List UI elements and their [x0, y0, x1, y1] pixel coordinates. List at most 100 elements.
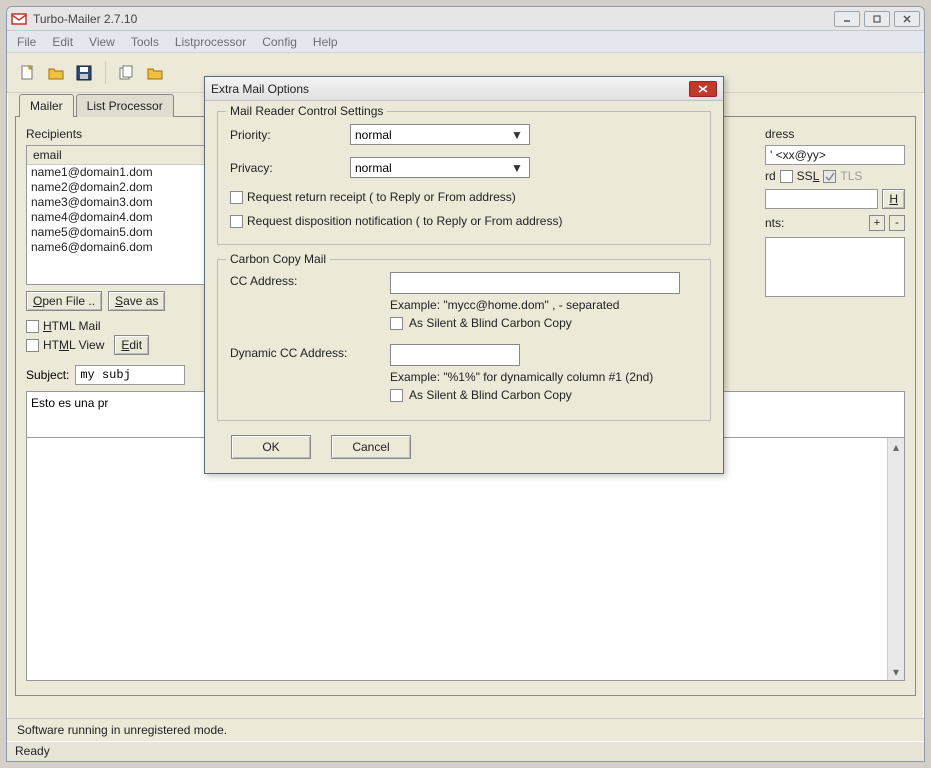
- list-item[interactable]: name2@domain2.dom: [27, 180, 205, 195]
- list-item[interactable]: name4@domain4.dom: [27, 210, 205, 225]
- group-legend: Carbon Copy Mail: [226, 252, 330, 266]
- menu-tools[interactable]: Tools: [131, 35, 159, 49]
- group-mail-reader-control: Mail Reader Control Settings Priority: n…: [217, 111, 711, 245]
- rd-label: rd: [765, 169, 776, 183]
- extra-mail-options-dialog: Extra Mail Options Mail Reader Control S…: [204, 76, 724, 474]
- recipients-column-header[interactable]: email: [27, 146, 205, 165]
- dialog-buttons: OK Cancel: [217, 435, 711, 459]
- menu-help[interactable]: Help: [313, 35, 338, 49]
- subject-label: Subject:: [26, 368, 69, 382]
- body-text: Esto es una pr: [31, 396, 108, 410]
- html-mail-label: HTML Mail: [43, 319, 101, 333]
- ok-button[interactable]: OK: [231, 435, 311, 459]
- priority-label: Priority:: [230, 128, 350, 142]
- cc-address-label: CC Address:: [230, 272, 390, 288]
- menu-listprocessor[interactable]: Listprocessor: [175, 35, 246, 49]
- right-panel: dress ' <xx@yy> rd SSL TLS H nts: +: [765, 127, 905, 297]
- list-item[interactable]: name3@domain3.dom: [27, 195, 205, 210]
- tab-mailer[interactable]: Mailer: [19, 94, 74, 117]
- minimize-button[interactable]: [834, 11, 860, 27]
- open-folder-icon[interactable]: [45, 62, 67, 84]
- subject-input[interactable]: [75, 365, 185, 385]
- html-view-label: HTML View: [43, 338, 104, 352]
- unregistered-notice: Software running in unregistered mode.: [7, 718, 924, 741]
- open-folder-icon-2[interactable]: [144, 62, 166, 84]
- h-button[interactable]: H: [882, 189, 905, 209]
- dynamic-blind-checkbox[interactable]: As Silent & Blind Carbon Copy: [390, 388, 698, 402]
- cc-address-input[interactable]: [390, 272, 680, 294]
- dropdown-caret-icon: ▼: [509, 128, 525, 142]
- tls-checkbox[interactable]: [823, 170, 836, 183]
- vertical-scrollbar[interactable]: ▴ ▾: [887, 438, 904, 680]
- list-item[interactable]: name5@domain5.dom: [27, 225, 205, 240]
- address-label: dress: [765, 127, 905, 141]
- open-file-button[interactable]: Open File ..: [26, 291, 102, 311]
- address-hint[interactable]: ' <xx@yy>: [765, 145, 905, 165]
- dialog-title: Extra Mail Options: [211, 82, 689, 96]
- recipients-label-text: Recipients: [26, 127, 82, 141]
- toolbar-separator: [105, 62, 106, 84]
- list-item[interactable]: name1@domain1.dom: [27, 165, 205, 180]
- cancel-button[interactable]: Cancel: [331, 435, 411, 459]
- checkbox-icon[interactable]: [390, 317, 403, 330]
- dialog-titlebar[interactable]: Extra Mail Options: [205, 77, 723, 101]
- disposition-checkbox[interactable]: Request disposition notification ( to Re…: [230, 214, 698, 228]
- tls-label: TLS: [840, 169, 862, 183]
- cc-example-text: Example: "mycc@home.dom" , - separated: [390, 298, 698, 312]
- privacy-select[interactable]: normal ▼: [350, 157, 530, 178]
- menu-view[interactable]: View: [89, 35, 115, 49]
- edit-button[interactable]: Edit: [114, 335, 149, 355]
- scroll-up-icon[interactable]: ▴: [888, 438, 904, 455]
- ssl-checkbox[interactable]: [780, 170, 793, 183]
- attachments-list[interactable]: [765, 237, 905, 297]
- cc-blind-label: As Silent & Blind Carbon Copy: [409, 316, 572, 330]
- menu-file[interactable]: File: [17, 35, 36, 49]
- list-item[interactable]: name6@domain6.dom: [27, 240, 205, 255]
- save-icon[interactable]: [73, 62, 95, 84]
- priority-row: Priority: normal ▼: [230, 124, 698, 145]
- dynamic-cc-example: Example: "%1%" for dynamically column #1…: [390, 370, 698, 384]
- checkbox-icon[interactable]: [26, 339, 39, 352]
- tab-list-processor[interactable]: List Processor: [76, 94, 174, 117]
- window-controls: [834, 11, 920, 27]
- privacy-label: Privacy:: [230, 161, 350, 175]
- cc-blind-checkbox[interactable]: As Silent & Blind Carbon Copy: [390, 316, 698, 330]
- priority-select[interactable]: normal ▼: [350, 124, 530, 145]
- dynamic-cc-input[interactable]: [390, 344, 520, 366]
- dynamic-blind-label: As Silent & Blind Carbon Copy: [409, 388, 572, 402]
- dialog-body: Mail Reader Control Settings Priority: n…: [205, 101, 723, 473]
- return-receipt-label: Request return receipt ( to Reply or Fro…: [247, 190, 516, 204]
- return-receipt-checkbox[interactable]: Request return receipt ( to Reply or Fro…: [230, 190, 698, 204]
- close-button[interactable]: [894, 11, 920, 27]
- menu-edit[interactable]: Edit: [52, 35, 73, 49]
- dropdown-caret-icon: ▼: [509, 161, 525, 175]
- cc-address-row: CC Address:: [230, 272, 698, 294]
- save-as-button[interactable]: Save as: [108, 291, 165, 311]
- status-bar: Ready: [7, 741, 924, 761]
- window-title: Turbo-Mailer 2.7.10: [33, 12, 834, 26]
- disposition-label: Request disposition notification ( to Re…: [247, 214, 562, 228]
- menu-config[interactable]: Config: [262, 35, 297, 49]
- group-legend: Mail Reader Control Settings: [226, 104, 387, 118]
- app-icon: [11, 11, 27, 27]
- dynamic-cc-label: Dynamic CC Address:: [230, 344, 390, 360]
- minus-button[interactable]: -: [889, 215, 905, 231]
- plus-button[interactable]: +: [869, 215, 885, 231]
- privacy-row: Privacy: normal ▼: [230, 157, 698, 178]
- priority-value: normal: [355, 128, 392, 142]
- maximize-button[interactable]: [864, 11, 890, 27]
- ssl-label: SSL: [797, 169, 820, 183]
- checkbox-icon[interactable]: [390, 389, 403, 402]
- menubar: File Edit View Tools Listprocessor Confi…: [7, 31, 924, 53]
- checkbox-icon[interactable]: [230, 215, 243, 228]
- checkbox-icon[interactable]: [26, 320, 39, 333]
- nts-label: nts:: [765, 216, 784, 230]
- new-doc-icon[interactable]: [17, 62, 39, 84]
- checkbox-icon[interactable]: [230, 191, 243, 204]
- recipients-list[interactable]: email name1@domain1.dom name2@domain2.do…: [26, 145, 206, 285]
- small-input[interactable]: [765, 189, 878, 209]
- scroll-down-icon[interactable]: ▾: [888, 663, 904, 680]
- dialog-close-button[interactable]: [689, 81, 717, 97]
- copy-doc-icon[interactable]: [116, 62, 138, 84]
- dynamic-cc-row: Dynamic CC Address:: [230, 344, 698, 366]
